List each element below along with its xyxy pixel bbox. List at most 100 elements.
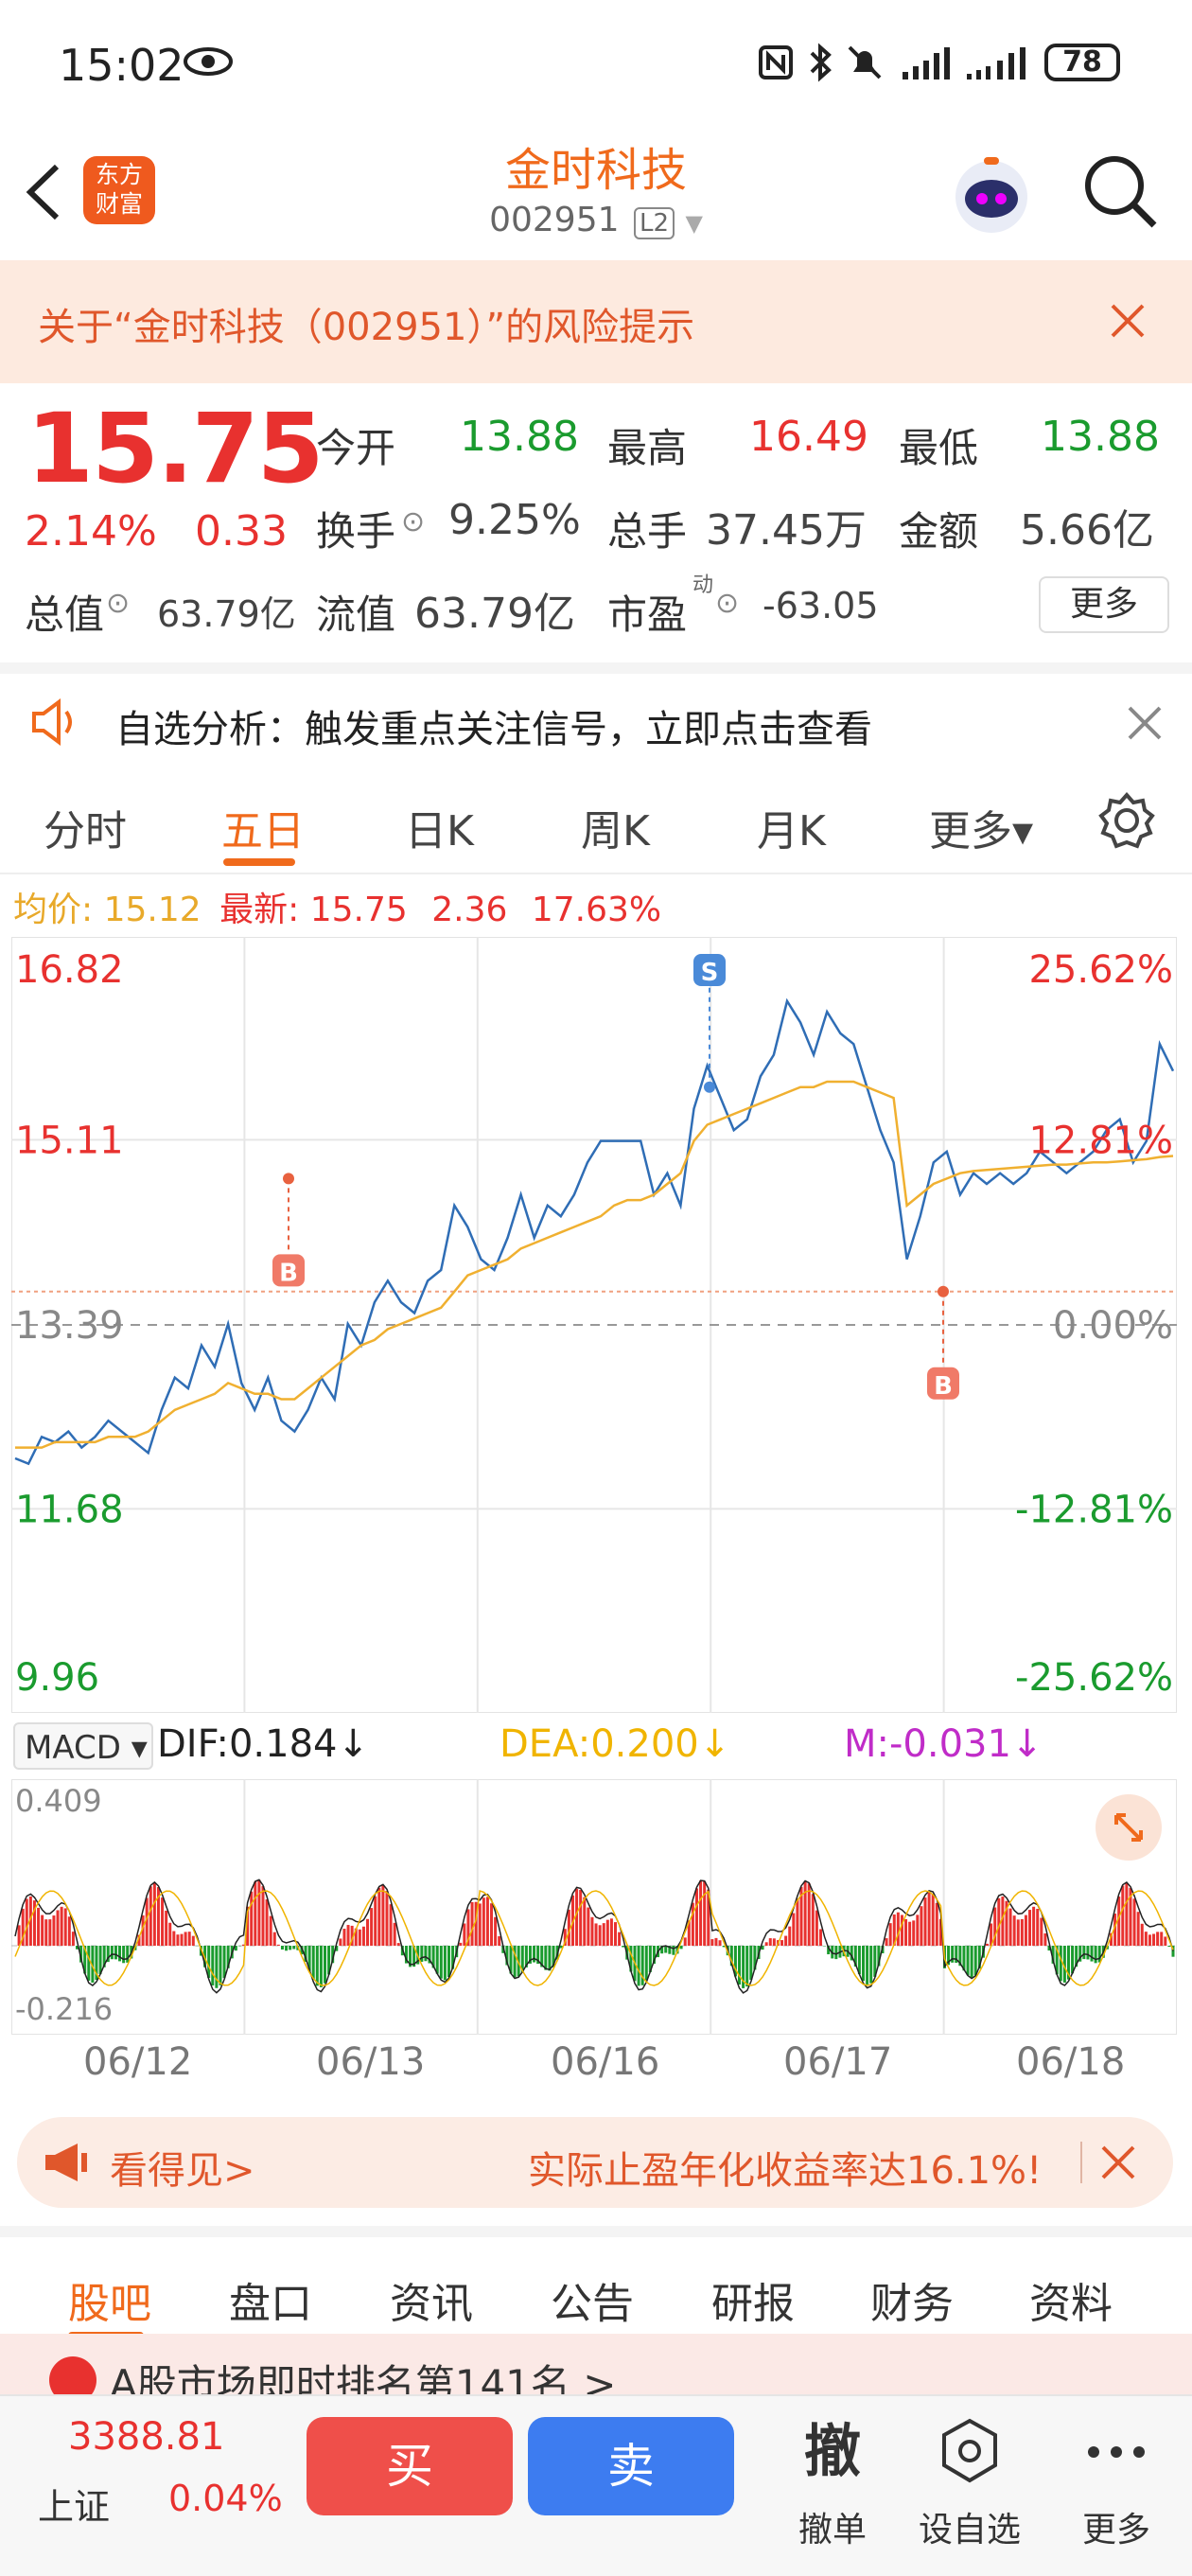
macd-bar bbox=[292, 1946, 295, 1950]
macd-bar bbox=[710, 1939, 713, 1946]
float-cap-label: 流值 bbox=[316, 583, 395, 641]
gear-icon[interactable] bbox=[1097, 791, 1156, 850]
tab-monthly-k[interactable]: 月K bbox=[757, 797, 826, 857]
macd-bar bbox=[548, 1946, 551, 1970]
info-icon[interactable]: ⊙ bbox=[401, 505, 425, 538]
close-icon[interactable] bbox=[1126, 704, 1164, 742]
ranking-peek[interactable]: A股市场即时排名第141名 > bbox=[0, 2334, 1192, 2394]
total-cap-value: 63.79亿 bbox=[157, 585, 296, 637]
high-value: 16.49 bbox=[749, 413, 868, 461]
macd-dea: DEA:0.200↓ bbox=[500, 1722, 730, 1766]
promo-banner[interactable]: 看得见> 实际止盈年化收益率达16.1%! bbox=[17, 2117, 1173, 2208]
y-tick-left: 13.39 bbox=[15, 1304, 124, 1348]
macd-bar bbox=[889, 1923, 892, 1946]
close-icon[interactable] bbox=[1109, 302, 1147, 340]
tab-profile[interactable]: 资料 bbox=[1029, 2269, 1113, 2330]
add-watchlist-icon[interactable] bbox=[938, 2417, 1001, 2485]
macd-bar bbox=[1133, 1898, 1136, 1946]
macd-chart[interactable] bbox=[11, 1779, 1177, 2035]
tab-news[interactable]: 资讯 bbox=[390, 2269, 473, 2330]
trade-mark-label: B bbox=[279, 1259, 298, 1287]
macd-bar bbox=[320, 1946, 323, 1987]
amount-value: 5.66亿 bbox=[1020, 496, 1154, 556]
macd-bar bbox=[273, 1932, 276, 1946]
tab-intraday[interactable]: 分时 bbox=[44, 797, 127, 857]
macd-bar bbox=[1036, 1909, 1039, 1946]
signal-icon bbox=[901, 45, 954, 81]
tab-research[interactable]: 研报 bbox=[711, 2269, 795, 2330]
bottom-toolbar: 3388.81 上证 0.04% 买 卖 撤 撤单 设自选 更多 bbox=[0, 2394, 1192, 2576]
tab-five-day[interactable]: 五日 bbox=[221, 797, 305, 857]
info-icon[interactable]: ⊙ bbox=[106, 587, 130, 620]
macd-bar bbox=[792, 1914, 795, 1946]
macd-bar bbox=[397, 1943, 400, 1946]
macd-bar bbox=[316, 1946, 319, 1985]
add-watchlist-label[interactable]: 设自选 bbox=[910, 2502, 1029, 2551]
robot-assistant-icon[interactable] bbox=[946, 150, 1037, 240]
five-day-price-chart[interactable]: 16.8225.62%15.1112.81%13.390.00%11.68-12… bbox=[11, 937, 1177, 1713]
tab-orderbook[interactable]: 盘口 bbox=[229, 2269, 312, 2330]
expand-button[interactable] bbox=[1096, 1794, 1162, 1861]
macd-bar bbox=[719, 1940, 722, 1946]
index-change: 0.04% bbox=[168, 2478, 283, 2519]
eye-icon bbox=[184, 45, 233, 78]
tab-daily-k[interactable]: 日K bbox=[405, 797, 474, 857]
buy-button[interactable]: 买 bbox=[307, 2417, 513, 2515]
analysis-bar[interactable]: 自选分析：触发重点关注信号，立即点击查看 bbox=[0, 662, 1192, 776]
macd-bar bbox=[359, 1930, 361, 1946]
tab-forum[interactable]: 股吧 bbox=[68, 2269, 151, 2330]
macd-bar bbox=[603, 1923, 605, 1946]
sell-button[interactable]: 卖 bbox=[528, 2417, 734, 2515]
cancel-order-icon[interactable]: 撤 bbox=[776, 2406, 889, 2488]
float-cap-value: 63.79亿 bbox=[414, 579, 575, 640]
last-change: 2.36 bbox=[431, 891, 507, 929]
macd-bar bbox=[270, 1916, 272, 1946]
info-icon[interactable]: ⊙ bbox=[715, 587, 739, 620]
more-quote-button[interactable]: 更多 bbox=[1039, 576, 1169, 633]
cancel-order-label[interactable]: 撤单 bbox=[776, 2502, 889, 2551]
turnover-value: 9.25% bbox=[448, 496, 581, 544]
macd-bar bbox=[149, 1886, 152, 1946]
tab-announcements[interactable]: 公告 bbox=[551, 2269, 634, 2330]
nfc-icon bbox=[757, 44, 795, 81]
macd-bar bbox=[370, 1908, 373, 1946]
macd-bar bbox=[1028, 1910, 1031, 1946]
tab-more[interactable]: 更多▾ bbox=[929, 797, 1033, 857]
more-dots-icon[interactable] bbox=[1082, 2438, 1150, 2466]
tab-weekly-k[interactable]: 周K bbox=[581, 797, 650, 857]
macd-bar bbox=[924, 1897, 927, 1946]
macd-bar bbox=[885, 1938, 888, 1946]
macd-bar bbox=[64, 1908, 67, 1946]
macd-bar bbox=[168, 1923, 171, 1946]
macd-bar bbox=[126, 1946, 129, 1963]
macd-bar bbox=[57, 1910, 60, 1946]
macd-header: MACD ▾ DIF:0.184↓ DEA:0.200↓ M:-0.031↓ bbox=[13, 1720, 1177, 1773]
divider bbox=[1080, 2142, 1082, 2183]
high-label: 最高 bbox=[607, 416, 687, 474]
search-icon[interactable] bbox=[1080, 151, 1160, 231]
macd-bar bbox=[385, 1891, 388, 1946]
macd-bar bbox=[44, 1919, 47, 1946]
close-icon[interactable] bbox=[1099, 2144, 1137, 2181]
macd-bar bbox=[1013, 1915, 1016, 1946]
more-label[interactable]: 更多 bbox=[1069, 2502, 1164, 2551]
macd-bar bbox=[266, 1899, 269, 1946]
macd-bar bbox=[68, 1916, 71, 1946]
macd-bar bbox=[815, 1911, 818, 1946]
macd-selector[interactable]: MACD ▾ bbox=[13, 1722, 153, 1770]
risk-warning-banner[interactable]: 关于“金时科技（002951）”的风险提示 bbox=[0, 260, 1192, 383]
macd-bar bbox=[1032, 1907, 1035, 1946]
avg-price-line bbox=[15, 1082, 1173, 1448]
macd-bar bbox=[1098, 1946, 1101, 1963]
macd-bar bbox=[339, 1938, 342, 1946]
macd-bar bbox=[250, 1892, 253, 1946]
tab-financials[interactable]: 财务 bbox=[870, 2269, 954, 2330]
macd-bar bbox=[362, 1927, 365, 1946]
active-tab-indicator bbox=[223, 858, 295, 866]
macd-bar bbox=[377, 1888, 380, 1946]
macd-bar bbox=[61, 1907, 63, 1946]
macd-bar bbox=[1145, 1932, 1148, 1946]
macd-bar bbox=[188, 1932, 191, 1946]
megaphone-icon bbox=[42, 2140, 98, 2185]
volume-label: 总手 bbox=[607, 500, 687, 557]
